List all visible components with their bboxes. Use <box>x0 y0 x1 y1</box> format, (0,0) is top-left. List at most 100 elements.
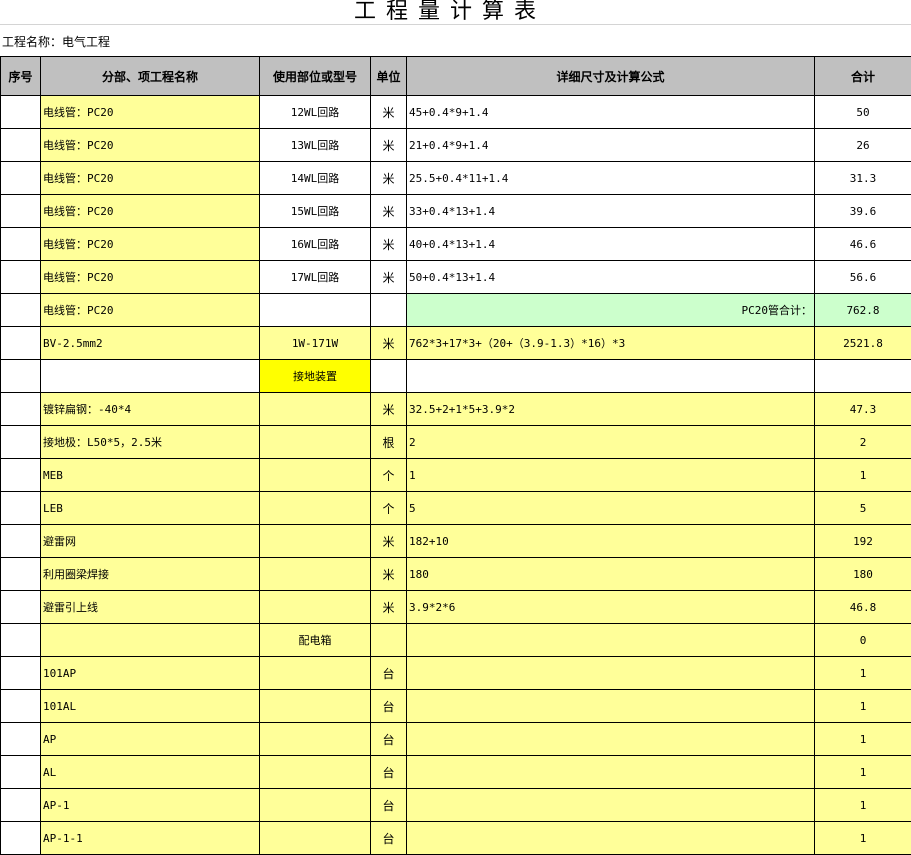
cell-total[interactable]: 762.8 <box>815 294 911 327</box>
cell-seq[interactable] <box>1 624 41 657</box>
cell-item-name[interactable]: 利用圈梁焊接 <box>41 558 260 591</box>
cell-formula[interactable] <box>407 657 815 690</box>
cell-unit[interactable] <box>371 294 407 327</box>
cell-item-name[interactable]: 电线管：PC20 <box>41 195 260 228</box>
cell-model[interactable]: 17WL回路 <box>260 261 371 294</box>
cell-seq[interactable] <box>1 822 41 855</box>
header-item-name[interactable]: 分部、项工程名称 <box>41 57 260 96</box>
cell-total[interactable]: 31.3 <box>815 162 911 195</box>
cell-unit[interactable]: 台 <box>371 756 407 789</box>
cell-item-name[interactable] <box>41 624 260 657</box>
cell-total[interactable]: 46.6 <box>815 228 911 261</box>
cell-item-name[interactable]: AP-1 <box>41 789 260 822</box>
cell-formula[interactable]: 45+0.4*9+1.4 <box>407 96 815 129</box>
cell-unit[interactable]: 米 <box>371 129 407 162</box>
cell-model[interactable] <box>260 294 371 327</box>
cell-item-name[interactable]: 镀锌扁钢：-40*4 <box>41 393 260 426</box>
cell-seq[interactable] <box>1 591 41 624</box>
cell-total[interactable]: 47.3 <box>815 393 911 426</box>
cell-model[interactable]: 接地装置 <box>260 360 371 393</box>
cell-seq[interactable] <box>1 162 41 195</box>
cell-item-name[interactable]: 避雷网 <box>41 525 260 558</box>
cell-unit[interactable] <box>371 624 407 657</box>
cell-seq[interactable] <box>1 96 41 129</box>
cell-formula[interactable]: 5 <box>407 492 815 525</box>
cell-total[interactable]: 46.8 <box>815 591 911 624</box>
cell-unit[interactable]: 台 <box>371 822 407 855</box>
cell-seq[interactable] <box>1 294 41 327</box>
cell-formula[interactable]: 2 <box>407 426 815 459</box>
cell-item-name[interactable]: AP <box>41 723 260 756</box>
cell-model[interactable] <box>260 822 371 855</box>
cell-total[interactable]: 0 <box>815 624 911 657</box>
cell-formula[interactable] <box>407 789 815 822</box>
cell-total[interactable]: 56.6 <box>815 261 911 294</box>
cell-unit[interactable]: 米 <box>371 525 407 558</box>
cell-total[interactable]: 1 <box>815 459 911 492</box>
cell-total[interactable]: 26 <box>815 129 911 162</box>
cell-model[interactable] <box>260 657 371 690</box>
cell-model[interactable] <box>260 756 371 789</box>
cell-unit[interactable]: 米 <box>371 591 407 624</box>
cell-total[interactable]: 192 <box>815 525 911 558</box>
cell-item-name[interactable]: BV-2.5mm2 <box>41 327 260 360</box>
cell-formula[interactable]: PC20管合计： <box>407 294 815 327</box>
cell-unit[interactable]: 个 <box>371 459 407 492</box>
cell-seq[interactable] <box>1 426 41 459</box>
cell-item-name[interactable]: AP-1-1 <box>41 822 260 855</box>
cell-total[interactable]: 1 <box>815 822 911 855</box>
cell-model[interactable]: 16WL回路 <box>260 228 371 261</box>
cell-model[interactable]: 14WL回路 <box>260 162 371 195</box>
cell-formula[interactable] <box>407 822 815 855</box>
cell-model[interactable] <box>260 426 371 459</box>
cell-item-name[interactable]: LEB <box>41 492 260 525</box>
cell-item-name[interactable]: 电线管：PC20 <box>41 228 260 261</box>
cell-unit[interactable]: 台 <box>371 657 407 690</box>
cell-total[interactable]: 2521.8 <box>815 327 911 360</box>
cell-total[interactable]: 1 <box>815 756 911 789</box>
cell-unit[interactable]: 个 <box>371 492 407 525</box>
cell-unit[interactable]: 米 <box>371 558 407 591</box>
cell-formula[interactable] <box>407 690 815 723</box>
header-seq[interactable]: 序号 <box>1 57 41 96</box>
cell-seq[interactable] <box>1 558 41 591</box>
cell-model[interactable] <box>260 690 371 723</box>
cell-model[interactable]: 15WL回路 <box>260 195 371 228</box>
cell-unit[interactable]: 米 <box>371 228 407 261</box>
cell-seq[interactable] <box>1 360 41 393</box>
cell-model[interactable] <box>260 393 371 426</box>
cell-seq[interactable] <box>1 327 41 360</box>
cell-unit[interactable]: 台 <box>371 690 407 723</box>
cell-item-name[interactable]: 电线管：PC20 <box>41 96 260 129</box>
cell-total[interactable]: 1 <box>815 657 911 690</box>
cell-formula[interactable]: 21+0.4*9+1.4 <box>407 129 815 162</box>
cell-formula[interactable]: 50+0.4*13+1.4 <box>407 261 815 294</box>
cell-formula[interactable] <box>407 624 815 657</box>
cell-seq[interactable] <box>1 525 41 558</box>
cell-item-name[interactable]: MEB <box>41 459 260 492</box>
cell-model[interactable] <box>260 723 371 756</box>
cell-unit[interactable]: 根 <box>371 426 407 459</box>
cell-seq[interactable] <box>1 756 41 789</box>
project-name-row[interactable]: 工程名称：电气工程 <box>0 24 911 57</box>
cell-formula[interactable] <box>407 756 815 789</box>
cell-unit[interactable]: 米 <box>371 162 407 195</box>
cell-formula[interactable]: 182+10 <box>407 525 815 558</box>
cell-unit[interactable] <box>371 360 407 393</box>
cell-formula[interactable]: 25.5+0.4*11+1.4 <box>407 162 815 195</box>
cell-seq[interactable] <box>1 393 41 426</box>
cell-total[interactable]: 5 <box>815 492 911 525</box>
cell-item-name[interactable]: 101AP <box>41 657 260 690</box>
cell-total[interactable]: 50 <box>815 96 911 129</box>
cell-seq[interactable] <box>1 228 41 261</box>
cell-total[interactable]: 180 <box>815 558 911 591</box>
cell-formula[interactable] <box>407 360 815 393</box>
cell-formula[interactable]: 32.5+2+1*5+3.9*2 <box>407 393 815 426</box>
cell-seq[interactable] <box>1 459 41 492</box>
cell-seq[interactable] <box>1 657 41 690</box>
cell-item-name[interactable]: 接地极：L50*5，2.5米 <box>41 426 260 459</box>
cell-model[interactable]: 12WL回路 <box>260 96 371 129</box>
cell-model[interactable] <box>260 492 371 525</box>
cell-model[interactable]: 13WL回路 <box>260 129 371 162</box>
cell-seq[interactable] <box>1 129 41 162</box>
